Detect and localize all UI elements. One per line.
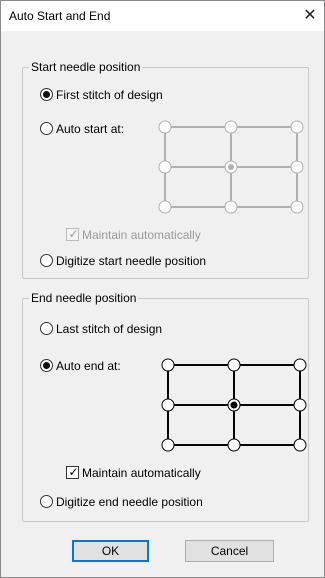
digitize-start-radio[interactable] — [40, 254, 53, 267]
ok-button[interactable]: OK — [72, 540, 149, 562]
start-grid-point-top-left[interactable] — [158, 120, 172, 134]
last-stitch-option[interactable]: Last stitch of design — [40, 321, 162, 337]
end-position-grid — [161, 358, 307, 452]
end-grid-point-middle-left[interactable] — [161, 398, 175, 412]
end-grid-point-top-right[interactable] — [293, 358, 307, 372]
checkmark-icon: ✓ — [68, 465, 79, 479]
end-maintain-checkbox[interactable]: ✓ — [66, 465, 79, 479]
start-grid-point-bottom-left[interactable] — [158, 200, 172, 214]
end-grid-point-bottom-center[interactable] — [227, 438, 241, 452]
start-group-legend: Start needle position — [29, 60, 143, 74]
last-stitch-label: Last stitch of design — [56, 322, 163, 336]
digitize-end-radio[interactable] — [40, 495, 53, 508]
start-maintain-checkbox[interactable]: ✓ — [66, 227, 79, 241]
end-maintain-label: Maintain automatically — [82, 466, 201, 480]
auto-start-option[interactable]: Auto start at: — [40, 121, 124, 137]
end-grid-point-top-center[interactable] — [227, 358, 241, 372]
end-grid-selected-dot — [230, 401, 238, 409]
start-grid-selected-dot — [228, 164, 234, 170]
auto-start-label: Auto start at: — [56, 122, 125, 136]
last-stitch-radio[interactable] — [40, 322, 53, 335]
start-maintain-label: Maintain automatically — [82, 228, 201, 242]
auto-end-label: Auto end at: — [56, 359, 121, 373]
checkmark-icon: ✓ — [68, 227, 79, 241]
title-bar: Auto Start and End ✕ — [1, 1, 324, 31]
digitize-start-option[interactable]: Digitize start needle position — [40, 253, 206, 269]
end-maintain-option[interactable]: ✓ Maintain automatically — [66, 465, 201, 481]
auto-start-end-dialog: Auto Start and End ✕ Start needle positi… — [0, 0, 325, 578]
auto-end-option[interactable]: Auto end at: — [40, 358, 121, 374]
auto-start-radio[interactable] — [40, 122, 53, 135]
end-group-legend: End needle position — [29, 291, 139, 305]
end-grid-point-bottom-right[interactable] — [293, 438, 307, 452]
start-grid-point-bottom-right[interactable] — [290, 200, 304, 214]
cancel-button[interactable]: Cancel — [185, 540, 274, 562]
end-needle-group: End needle position Last stitch of desig… — [22, 291, 309, 522]
start-maintain-option[interactable]: ✓ Maintain automatically — [66, 227, 201, 243]
close-icon[interactable]: ✕ — [298, 4, 322, 28]
digitize-start-label: Digitize start needle position — [56, 254, 207, 268]
end-grid-point-middle-right[interactable] — [293, 398, 307, 412]
start-grid-point-top-right[interactable] — [290, 120, 304, 134]
end-grid-point-bottom-left[interactable] — [161, 438, 175, 452]
digitize-end-option[interactable]: Digitize end needle position — [40, 494, 203, 510]
start-grid-point-middle-right[interactable] — [290, 160, 304, 174]
first-stitch-label: First stitch of design — [56, 88, 163, 102]
start-grid-point-top-center[interactable] — [224, 120, 238, 134]
auto-end-radio[interactable] — [40, 359, 53, 372]
first-stitch-option[interactable]: First stitch of design — [40, 87, 163, 103]
end-grid-point-top-left[interactable] — [161, 358, 175, 372]
start-grid-point-middle-left[interactable] — [158, 160, 172, 174]
window-title: Auto Start and End — [9, 9, 111, 23]
first-stitch-radio[interactable] — [40, 88, 53, 101]
start-needle-group: Start needle position First stitch of de… — [22, 60, 309, 279]
start-grid-point-bottom-center[interactable] — [224, 200, 238, 214]
start-position-grid — [158, 120, 304, 214]
digitize-end-label: Digitize end needle position — [56, 495, 203, 509]
